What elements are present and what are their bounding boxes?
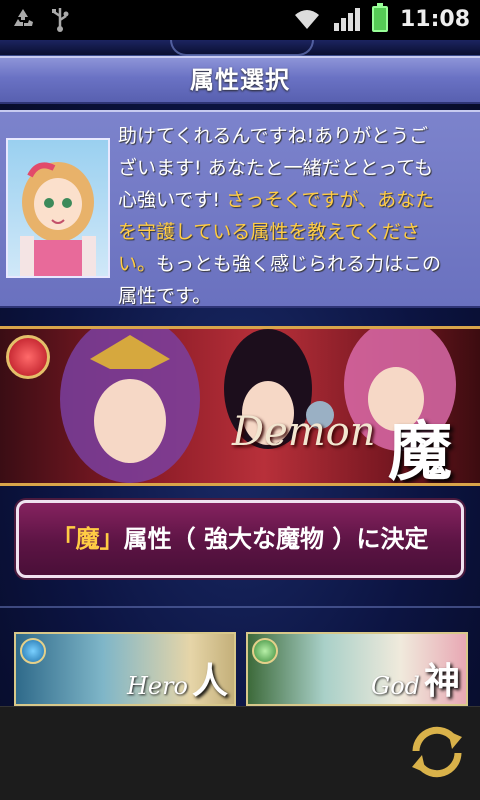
dialog-text-highlight: さっそくですが、あなた [226,189,435,211]
signal-icon [333,7,360,31]
dialog-text-highlight: い。 [118,253,157,275]
recycle-icon [14,9,33,26]
dialog-box: 助けてくれるんですね!ありがとうご ざいます! あなたと一緒だととっても 心強い… [0,110,480,308]
hero-attribute-banner[interactable]: Hero 人 [14,632,236,706]
notification-icons [10,6,70,32]
ornament-frame [0,40,480,56]
dialog-line: 心強いです! さっそくですが、あなた [118,184,478,216]
dialog-line: 属性です。 [118,285,212,307]
demon-attribute-word: Demon [232,409,376,455]
title-bar: 属性選択 [0,56,480,104]
demon-attribute-kanji: 魔 [388,415,452,486]
decide-attribute-button[interactable]: 「魔」属性（ 強大な魔物 ）に決定 [16,500,464,578]
usb-icon [52,8,69,32]
god-emblem-icon [252,638,278,664]
status-bar: 11:08 [0,0,480,40]
refresh-button[interactable] [402,717,472,787]
dialog-text-plain: もっとも強く感じられる力はこの [156,253,442,275]
page-title: 属性選択 [190,66,290,94]
wifi-icon [294,10,319,29]
hero-attribute-word: Hero [126,672,188,700]
hero-emblem-icon [20,638,46,664]
refresh-icon [412,726,462,778]
battery-charging-icon [371,3,388,32]
hero-attribute-kanji: 人 [191,660,228,702]
character-portrait-image [20,162,96,276]
dialog-line: 助けてくれるんですね!ありがとうご [118,125,429,147]
character-portrait [6,138,110,278]
dialog-line: い。もっとも強く感じられる力はこの [118,248,478,280]
decide-button-attribute: 「魔」 [51,525,124,553]
god-attribute-word: God [371,672,420,700]
attribute-select-screen: 属性選択 助けてくれるんですね!ありがとうご ざいます! あなたと一緒だととって… [0,40,480,706]
demon-emblem-icon [6,335,50,379]
divider [0,606,480,608]
bottom-bar [0,706,480,800]
dialog-line: を守護している属性を教えてくださ [118,221,420,243]
dialog-line: ざいます! あなたと一緒だととっても [118,157,434,179]
clock: 11:08 [399,6,470,32]
decide-button-label: 属性（ 強大な魔物 ）に決定 [123,525,429,553]
god-attribute-kanji: 神 [423,660,460,702]
dialog-message: 助けてくれるんですね!ありがとうご ざいます! あなたと一緒だととっても 心強い… [118,120,478,312]
god-attribute-banner[interactable]: God 神 [246,632,468,706]
dialog-text-plain: 心強いです! [118,189,227,211]
demon-attribute-banner[interactable]: Demon 魔 [0,326,480,486]
